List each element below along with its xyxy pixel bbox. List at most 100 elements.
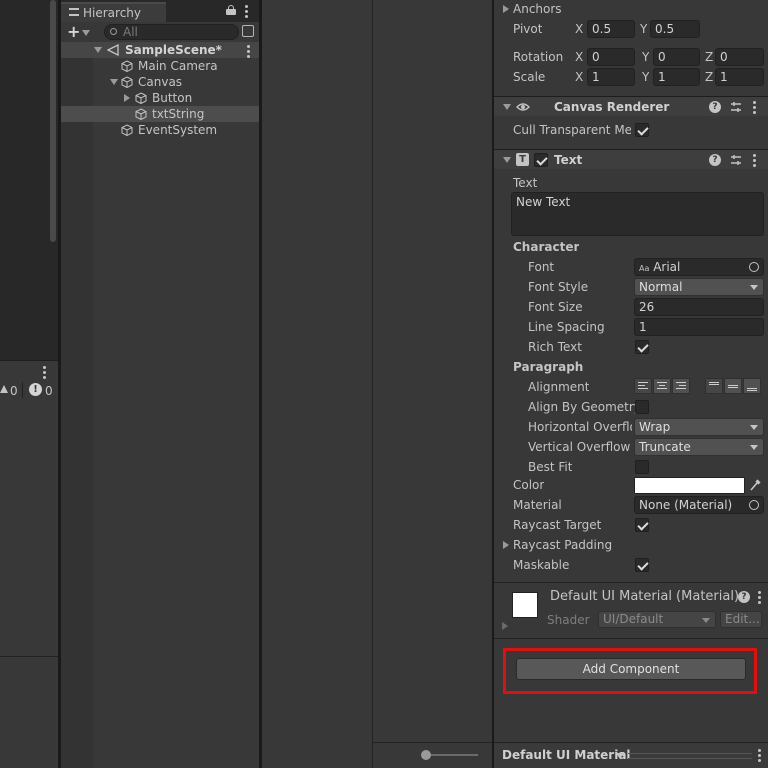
hierarchy-menu-icon[interactable] (245, 5, 248, 20)
scale-z-field[interactable]: 1 (715, 68, 764, 86)
project-assets-panel[interactable] (373, 0, 492, 768)
drag-handle[interactable] (628, 753, 752, 759)
divider (494, 638, 768, 639)
font-label: Font (528, 260, 555, 274)
text-value-area[interactable]: New Text (511, 192, 764, 236)
line-spacing-field[interactable]: 1 (634, 318, 764, 336)
horizontal-overflow-dropdown[interactable]: Wrap (634, 418, 764, 436)
warning-icon[interactable] (0, 385, 8, 393)
cull-transparent-checkbox[interactable] (635, 123, 649, 137)
hierarchy-search-input[interactable]: All (104, 24, 239, 40)
add-component-button[interactable]: Add Component (516, 658, 746, 680)
object-picker-icon[interactable] (749, 500, 759, 510)
shader-dropdown: UI/Default (598, 611, 716, 628)
hierarchy-item[interactable]: EventSystem (61, 122, 259, 138)
project-folders-panel[interactable] (262, 0, 372, 768)
maskable-label: Maskable (513, 558, 570, 572)
object-picker-icon[interactable] (749, 262, 759, 272)
hierarchy-item[interactable]: Main Camera (61, 58, 259, 74)
horizontal-overflow-value: Wrap (639, 420, 671, 434)
rotation-z-field[interactable]: 0 (715, 48, 764, 66)
component-menu-icon[interactable] (753, 154, 756, 169)
raycast-target-checkbox[interactable] (635, 518, 649, 532)
material-field[interactable]: None (Material) (634, 496, 764, 514)
list-icon (69, 8, 79, 16)
font-size-field[interactable]: 26 (634, 298, 764, 316)
console-list[interactable] (0, 402, 58, 768)
font-field[interactable]: Aa Arial (634, 258, 764, 276)
scene-search-icon[interactable] (242, 25, 254, 37)
collapse-arrow-icon[interactable] (124, 94, 130, 102)
hierarchy-item[interactable]: Canvas (61, 74, 259, 90)
axis-x-label: X (575, 70, 584, 84)
gameobject-icon (121, 60, 133, 73)
font-size-label: Font Size (528, 300, 583, 314)
align-top-button[interactable] (705, 378, 723, 394)
best-fit-label: Best Fit (528, 460, 573, 474)
best-fit-checkbox[interactable] (635, 460, 649, 474)
divider (494, 582, 768, 583)
help-icon[interactable]: ? (709, 154, 721, 166)
rotation-y-field[interactable]: 0 (653, 48, 700, 66)
chevron-down-icon (750, 425, 758, 430)
component-enabled-checkbox[interactable] (534, 153, 548, 167)
pivot-y-field[interactable]: 0.5 (650, 20, 700, 38)
color-swatch[interactable] (634, 477, 745, 494)
eye-icon (516, 100, 530, 114)
scale-y-field[interactable]: 1 (653, 68, 700, 86)
error-icon[interactable]: ! (29, 383, 42, 396)
foldout-arrow-icon[interactable] (503, 157, 511, 163)
zoom-slider-track[interactable] (428, 754, 478, 756)
rotation-x-field[interactable]: 0 (587, 48, 635, 66)
hierarchy-item[interactable]: Button (61, 90, 259, 106)
console-menu-icon[interactable] (43, 366, 46, 381)
align-middle-button[interactable] (724, 378, 742, 394)
canvas-renderer-header[interactable]: Canvas Renderer ? (494, 96, 768, 116)
component-title: Canvas Renderer (554, 100, 670, 114)
align-center-button[interactable] (653, 378, 671, 394)
align-by-geometry-checkbox[interactable] (635, 400, 649, 414)
rich-text-checkbox[interactable] (635, 340, 649, 354)
help-icon[interactable]: ? (709, 101, 721, 113)
align-left-button[interactable] (634, 378, 652, 394)
anchors-foldout-icon[interactable] (503, 5, 509, 13)
expand-arrow-icon[interactable] (110, 79, 118, 85)
raycast-padding-foldout-icon[interactable] (503, 541, 509, 549)
eyedropper-icon[interactable] (749, 478, 761, 492)
help-icon[interactable]: ? (738, 591, 750, 603)
material-value: None (Material) (639, 498, 733, 512)
material-foldout-icon[interactable] (502, 622, 508, 630)
preview-dropdown[interactable]: Default UI Material (502, 748, 631, 762)
search-placeholder: All (123, 25, 138, 39)
create-dropdown-icon[interactable] (82, 30, 90, 36)
lock-icon[interactable] (226, 5, 236, 15)
vertical-overflow-dropdown[interactable]: Truncate (634, 438, 764, 456)
align-bottom-button[interactable] (743, 378, 761, 394)
component-menu-icon[interactable] (753, 101, 756, 116)
create-plus-icon[interactable]: + (67, 24, 80, 40)
font-style-dropdown[interactable]: Normal (634, 278, 764, 296)
paragraph-section-label: Paragraph (513, 360, 584, 374)
hierarchy-panel: Hierarchy + All SampleScene* Main Camera… (61, 0, 259, 768)
preview-menu-icon[interactable] (758, 749, 761, 764)
pivot-x-field[interactable]: 0.5 (587, 20, 635, 38)
axis-z-label: Z (705, 50, 714, 64)
chevron-down-icon[interactable] (616, 753, 624, 759)
foldout-arrow-icon[interactable] (503, 104, 511, 110)
expand-arrow-icon[interactable] (94, 47, 102, 53)
material-menu-icon[interactable] (758, 591, 761, 606)
maskable-checkbox[interactable] (635, 558, 649, 572)
item-label: txtString (152, 107, 205, 121)
raycast-padding-label[interactable]: Raycast Padding (513, 538, 612, 552)
scene-row[interactable]: SampleScene* (61, 42, 259, 58)
presets-icon[interactable] (730, 154, 742, 166)
text-component-header[interactable]: T Text ? (494, 149, 768, 169)
presets-icon[interactable] (730, 101, 742, 113)
anchors-label[interactable]: Anchors (513, 2, 562, 16)
align-right-button[interactable] (672, 378, 690, 394)
zoom-slider-thumb[interactable] (421, 750, 431, 760)
left-scrollbar[interactable] (50, 0, 56, 242)
scale-x-field[interactable]: 1 (587, 68, 635, 86)
tab-hierarchy[interactable]: Hierarchy (61, 2, 166, 22)
hierarchy-item-selected[interactable]: txtString (61, 106, 259, 122)
